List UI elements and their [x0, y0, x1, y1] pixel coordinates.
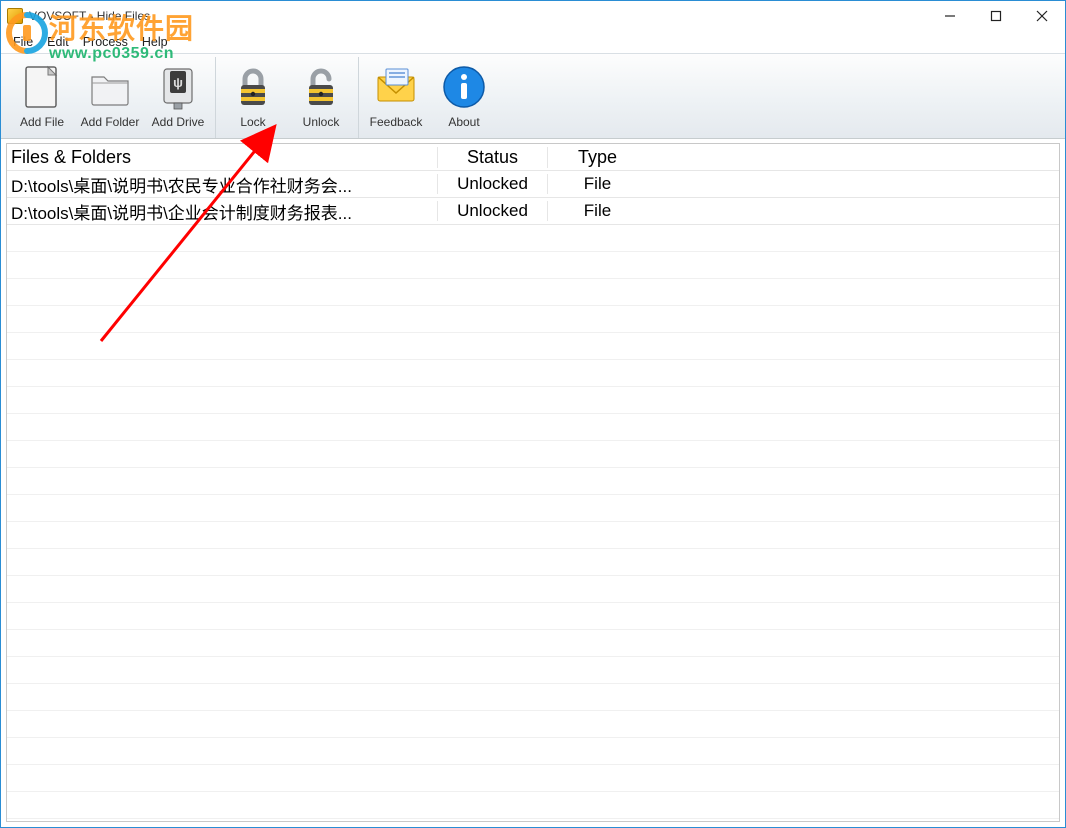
folder-icon — [86, 63, 134, 111]
titlebar: VOVSOFT - Hide Files — [1, 1, 1065, 31]
add-file-label: Add File — [20, 115, 64, 129]
toolbar-group-misc: Feedback About — [359, 57, 501, 138]
add-folder-button[interactable]: Add Folder — [79, 57, 141, 138]
cell-path: D:\tools\桌面\说明书\企业会计制度财务报表... — [7, 199, 437, 224]
column-header-path[interactable]: Files & Folders — [7, 147, 437, 168]
table-row[interactable]: D:\tools\桌面\说明书\农民专业合作社财务会... Unlocked F… — [7, 171, 1059, 198]
menu-edit[interactable]: Edit — [41, 33, 75, 51]
column-header-status[interactable]: Status — [437, 147, 547, 168]
lock-button[interactable]: Lock — [222, 57, 284, 138]
minimize-button[interactable] — [927, 1, 973, 31]
add-folder-label: Add Folder — [81, 115, 140, 129]
info-icon — [440, 63, 488, 111]
column-header-type[interactable]: Type — [547, 147, 647, 168]
unlock-button[interactable]: Unlock — [290, 57, 352, 138]
add-drive-button[interactable]: ψ Add Drive — [147, 57, 209, 138]
app-window: VOVSOFT - Hide Files File Edit Process H… — [0, 0, 1066, 828]
about-label: About — [448, 115, 479, 129]
menu-file[interactable]: File — [7, 33, 39, 51]
close-button[interactable] — [1019, 1, 1065, 31]
maximize-icon — [990, 10, 1002, 22]
minimize-icon — [944, 10, 956, 22]
close-icon — [1036, 10, 1048, 22]
toolbar-group-add: Add File Add Folder ψ — [5, 57, 216, 138]
file-grid: Files & Folders Status Type D:\tools\桌面\… — [6, 143, 1060, 822]
cell-status: Unlocked — [437, 174, 547, 194]
window-title: VOVSOFT - Hide Files — [29, 9, 150, 23]
unlock-label: Unlock — [303, 115, 340, 129]
grid-body[interactable]: D:\tools\桌面\说明书\农民专业合作社财务会... Unlocked F… — [7, 171, 1059, 821]
grid-header: Files & Folders Status Type — [7, 144, 1059, 171]
envelope-icon — [372, 63, 420, 111]
cell-type: File — [547, 201, 647, 221]
table-row[interactable]: D:\tools\桌面\说明书\企业会计制度财务报表... Unlocked F… — [7, 198, 1059, 225]
unlock-icon — [297, 63, 345, 111]
feedback-label: Feedback — [370, 115, 423, 129]
menu-process[interactable]: Process — [77, 33, 134, 51]
add-file-button[interactable]: Add File — [11, 57, 73, 138]
cell-type: File — [547, 174, 647, 194]
file-icon — [18, 63, 66, 111]
menubar: File Edit Process Help — [1, 31, 1065, 53]
menu-help[interactable]: Help — [136, 33, 174, 51]
add-drive-label: Add Drive — [152, 115, 205, 129]
feedback-button[interactable]: Feedback — [365, 57, 427, 138]
app-icon — [7, 8, 23, 24]
about-button[interactable]: About — [433, 57, 495, 138]
lock-label: Lock — [240, 115, 265, 129]
cell-path: D:\tools\桌面\说明书\农民专业合作社财务会... — [7, 172, 437, 197]
drive-icon: ψ — [154, 63, 202, 111]
toolbar-group-lock: Lock Unlock — [216, 57, 359, 138]
toolbar: Add File Add Folder ψ — [1, 53, 1065, 139]
lock-icon — [229, 63, 277, 111]
svg-text:ψ: ψ — [173, 75, 183, 90]
maximize-button[interactable] — [973, 1, 1019, 31]
cell-status: Unlocked — [437, 201, 547, 221]
